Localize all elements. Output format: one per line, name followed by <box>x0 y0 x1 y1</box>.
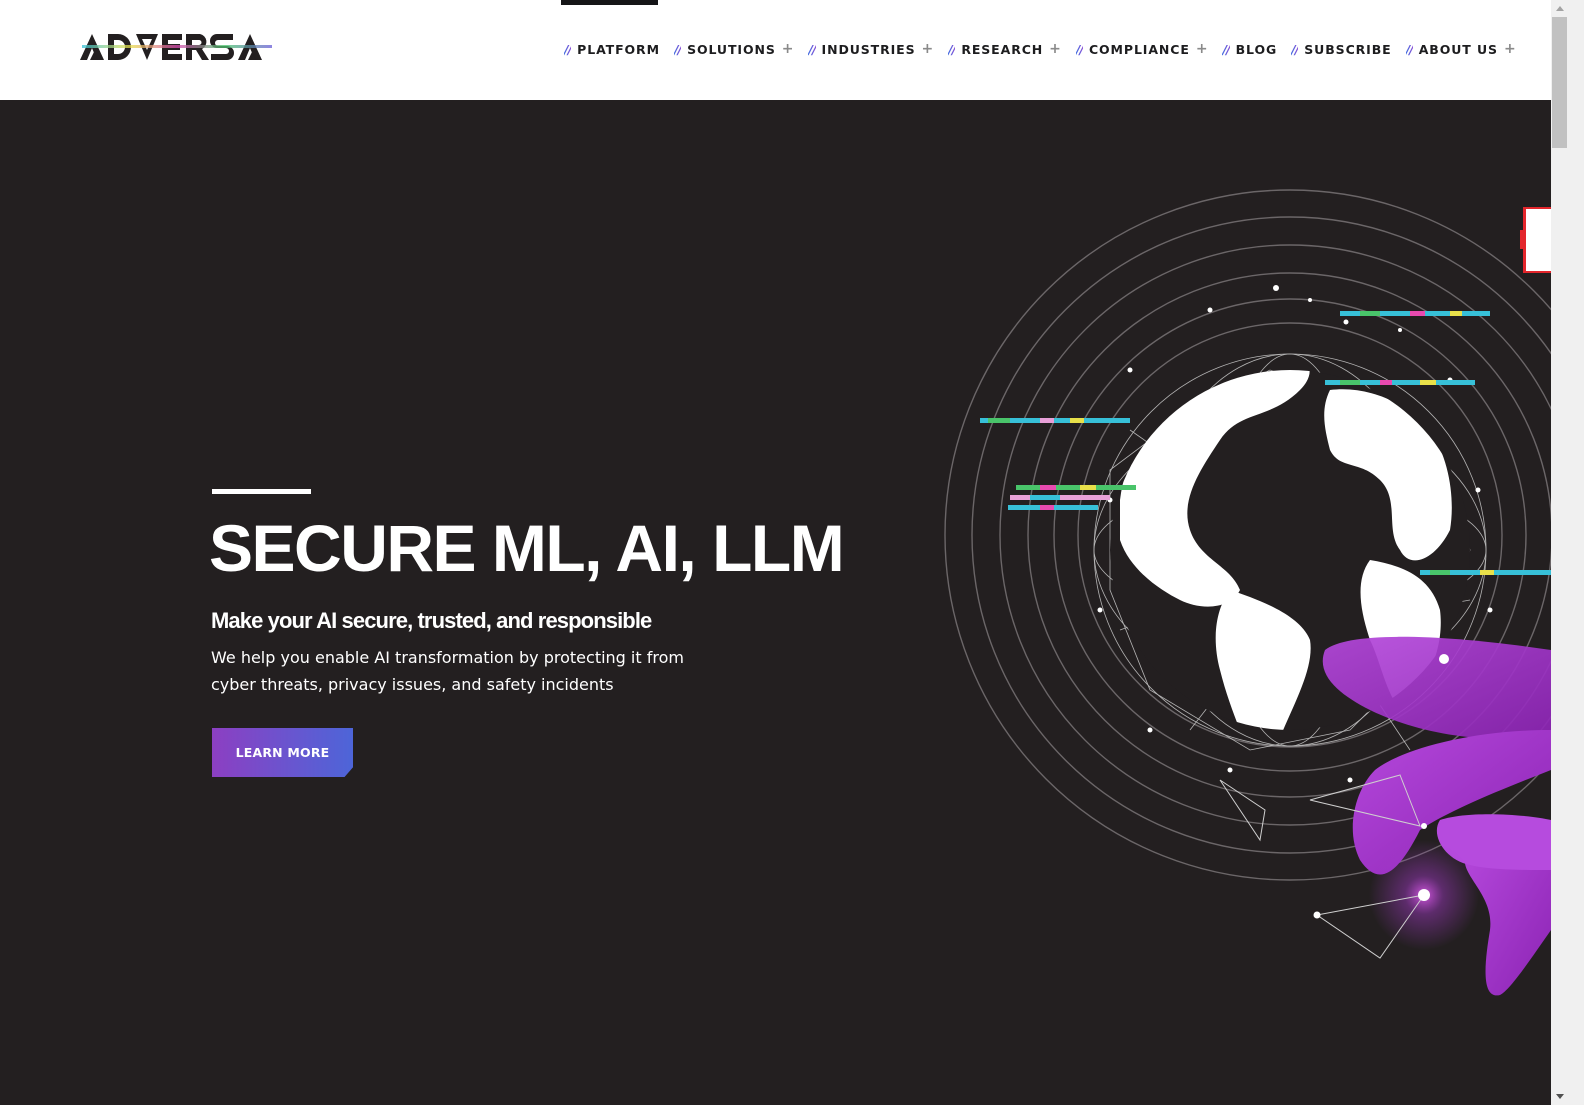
constellation-node <box>1439 654 1449 664</box>
slash-icon: // <box>673 41 682 57</box>
logo-wordmark-icon <box>80 34 272 60</box>
hero-title: SECURE ML, AI, LLM <box>209 511 845 585</box>
adversa-logo[interactable] <box>80 30 276 66</box>
nav-item-label: BLOG <box>1235 41 1278 57</box>
nav-item-about-us[interactable]: // ABOUT US + <box>1406 41 1517 57</box>
nav-item-solutions[interactable]: // SOLUTIONS + <box>674 41 794 57</box>
hero-accent-rule <box>212 489 311 494</box>
nav-item-subscribe[interactable]: // SUBSCRIBE <box>1291 42 1391 57</box>
nav-item-label: COMPLIANCE <box>1088 41 1190 57</box>
learn-more-button[interactable]: LEARN MORE <box>212 728 353 777</box>
scroll-up-button[interactable] <box>1551 0 1568 17</box>
nav-item-industries[interactable]: // INDUSTRIES + <box>808 41 934 57</box>
globe-network-illustration <box>944 189 1551 996</box>
nav-item-platform[interactable]: // PLATFORM <box>564 42 660 57</box>
main-nav: // PLATFORM // SOLUTIONS + // INDUSTRIES… <box>564 38 1531 60</box>
slash-icon: // <box>948 41 956 57</box>
hero-section: SECURE ML, AI, LLM Make your AI secure, … <box>0 100 1551 1105</box>
nav-item-label: PLATFORM <box>577 41 660 57</box>
scroll-down-button[interactable] <box>1551 1088 1568 1105</box>
site-header: // PLATFORM // SOLUTIONS + // INDUSTRIES… <box>0 0 1551 100</box>
constellation-node <box>1421 823 1427 829</box>
arrow-up-icon <box>1555 6 1564 11</box>
hero-subtitle: Make your AI secure, trusted, and respon… <box>211 608 652 633</box>
active-nav-indicator <box>561 0 658 5</box>
slash-icon: // <box>1075 41 1084 57</box>
nav-item-compliance[interactable]: // COMPLIANCE + <box>1076 41 1209 57</box>
scrollbar-thumb[interactable] <box>1552 17 1567 148</box>
plus-icon[interactable]: + <box>782 41 795 57</box>
hero-description: We help you enable AI transformation by … <box>211 648 684 694</box>
nav-item-label: SOLUTIONS <box>687 41 776 57</box>
plus-icon[interactable]: + <box>922 41 935 57</box>
nav-item-research[interactable]: // RESEARCH + <box>948 41 1062 57</box>
nav-item-label: RESEARCH <box>961 41 1044 57</box>
page: // PLATFORM // SOLUTIONS + // INDUSTRIES… <box>0 0 1551 1105</box>
plus-icon[interactable]: + <box>1049 41 1062 57</box>
glow-node <box>1418 889 1430 901</box>
plus-icon[interactable]: + <box>1504 41 1517 57</box>
nav-item-label: ABOUT US <box>1418 41 1498 57</box>
plus-icon[interactable]: + <box>1196 41 1209 57</box>
slash-icon: // <box>1405 41 1414 57</box>
nav-item-blog[interactable]: // BLOG <box>1222 42 1277 57</box>
slash-icon: // <box>808 41 816 57</box>
slash-icon: // <box>1291 41 1299 57</box>
slash-icon: // <box>1222 41 1230 57</box>
vertical-scrollbar[interactable] <box>1551 0 1568 1105</box>
window-edge <box>1568 0 1584 1105</box>
constellation-node <box>1313 911 1321 919</box>
nav-item-label: INDUSTRIES <box>821 41 916 57</box>
arrow-down-icon <box>1555 1094 1564 1099</box>
slash-icon: // <box>564 41 572 57</box>
plus-decoration-icon <box>1520 207 1551 273</box>
nav-item-label: SUBSCRIBE <box>1304 41 1392 57</box>
